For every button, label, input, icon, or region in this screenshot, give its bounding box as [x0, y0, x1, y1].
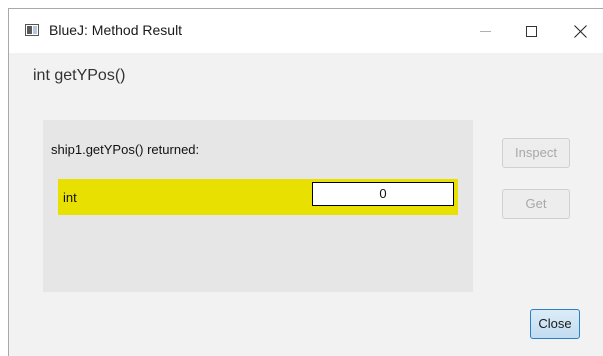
maximize-icon [525, 25, 537, 37]
result-value[interactable]: 0 [312, 182, 454, 206]
method-signature: int getYPos() [33, 67, 126, 84]
close-icon [574, 25, 587, 38]
minimize-button[interactable] [462, 9, 508, 53]
maximize-button[interactable] [508, 9, 554, 53]
title-bar[interactable]: BlueJ: Method Result [9, 9, 603, 53]
bluej-window-icon [25, 24, 39, 36]
window-title: BlueJ: Method Result [49, 22, 183, 38]
minimize-icon [479, 30, 491, 32]
result-row: int 0 [58, 179, 458, 215]
inspect-button[interactable]: Inspect [502, 138, 570, 168]
window-close-button[interactable] [557, 9, 603, 53]
get-button[interactable]: Get [502, 189, 570, 219]
method-result-window: BlueJ: Method Result int getYPos() ship1… [8, 8, 603, 356]
returned-label: ship1.getYPos() returned: [51, 142, 200, 157]
result-panel: ship1.getYPos() returned: int 0 [43, 120, 473, 292]
result-type: int [63, 190, 77, 205]
close-button[interactable]: Close [530, 309, 580, 339]
